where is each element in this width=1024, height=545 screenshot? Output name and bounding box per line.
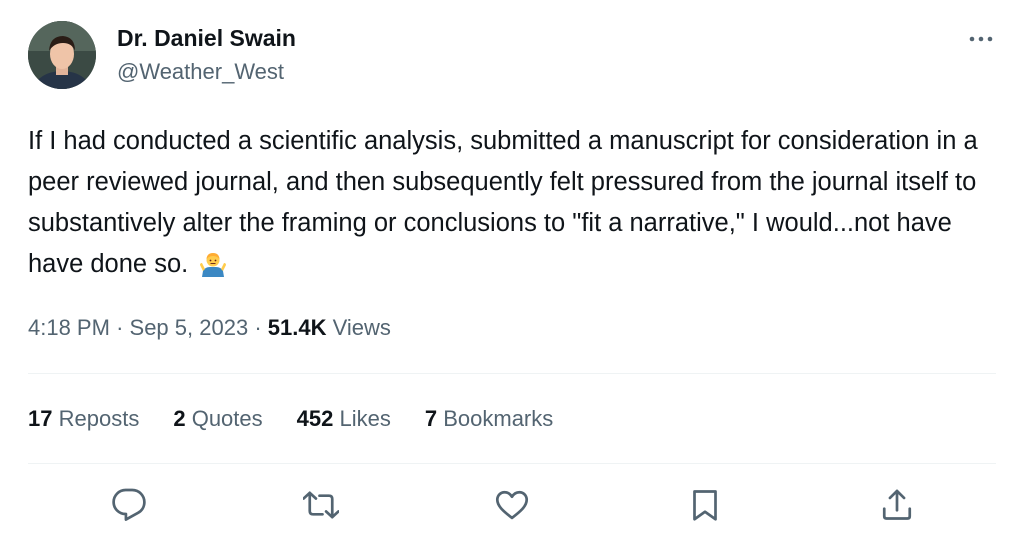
tweet-time[interactable]: 4:18 PM	[28, 315, 110, 340]
reposts-label: Reposts	[58, 406, 140, 431]
tweet-date[interactable]: Sep 5, 2023	[130, 315, 249, 340]
man-shrugging-emoji	[199, 250, 227, 291]
author-handle[interactable]: @Weather_West	[117, 58, 284, 86]
author-name[interactable]: Dr. Daniel Swain	[117, 24, 296, 52]
tweet-card: Dr. Daniel Swain @Weather_West If I had …	[0, 0, 1024, 545]
like-icon[interactable]	[494, 487, 530, 523]
bookmarks-label: Bookmarks	[443, 406, 554, 431]
views-count: 51.4K	[267, 315, 327, 340]
quotes-count: 2	[173, 406, 186, 431]
avatar[interactable]	[28, 21, 96, 89]
more-options-icon[interactable]	[962, 22, 1000, 56]
repost-icon[interactable]	[303, 487, 339, 523]
likes-count: 452	[296, 406, 334, 431]
bookmarks-stat[interactable]: 7 Bookmarks	[425, 404, 553, 434]
tweet-text-block: If I had conducted a scientific analysis…	[28, 121, 988, 291]
likes-stat[interactable]: 452 Likes	[297, 404, 391, 434]
reply-icon[interactable]	[111, 487, 147, 523]
engagement-stats: 17 Reposts 2 Quotes 452 Likes 7 Bookmark…	[28, 404, 587, 434]
bookmark-icon[interactable]	[687, 487, 723, 523]
likes-label: Likes	[339, 406, 391, 431]
bookmarks-count: 7	[424, 406, 438, 431]
tweet-meta: 4:18 PM · Sep 5, 2023 · 51.4K Views	[28, 313, 391, 343]
meta-separator: ·	[116, 315, 124, 340]
tweet-text: If I had conducted a scientific analysis…	[28, 127, 978, 278]
quotes-stat[interactable]: 2 Quotes	[173, 404, 262, 434]
divider	[28, 373, 996, 374]
meta-separator: ·	[254, 315, 262, 340]
reposts-stat[interactable]: 17 Reposts	[28, 404, 139, 434]
share-icon[interactable]	[879, 487, 915, 523]
divider	[28, 463, 996, 464]
reposts-count: 17	[28, 406, 53, 431]
views-label: Views	[332, 315, 391, 340]
quotes-label: Quotes	[191, 406, 263, 431]
